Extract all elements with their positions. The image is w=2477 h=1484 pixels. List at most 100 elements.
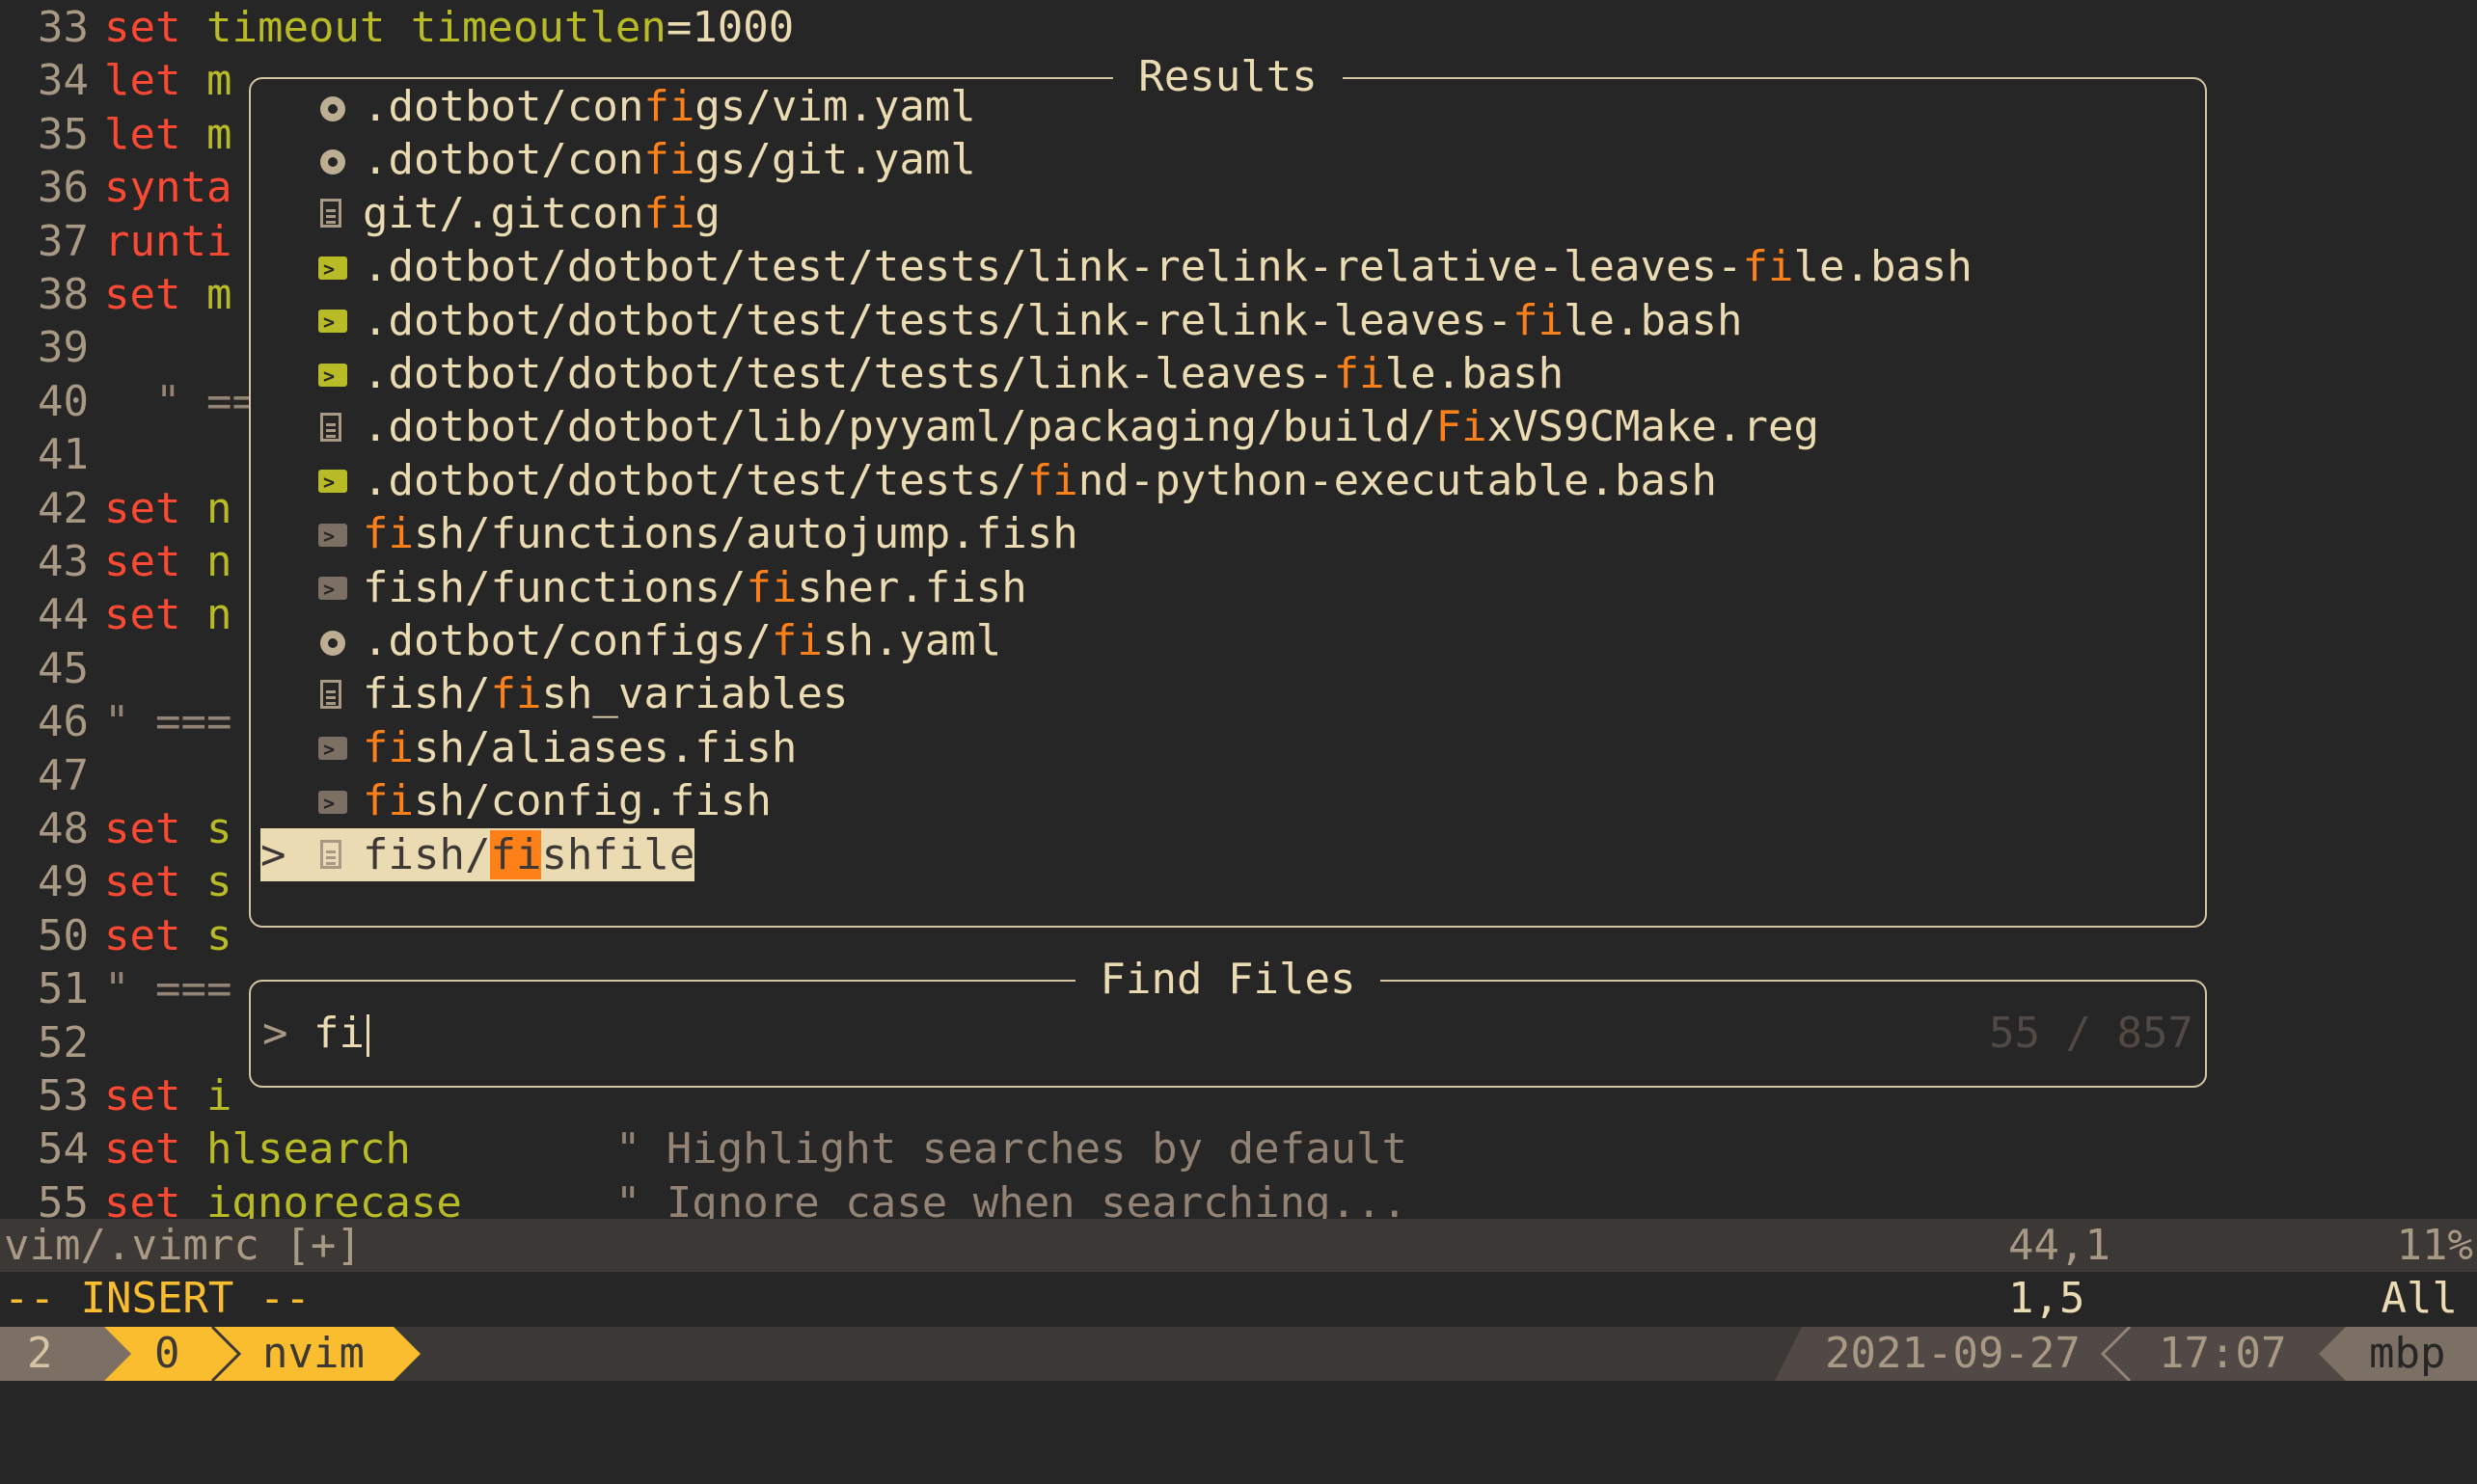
editor-line[interactable]: 34 let m <box>0 54 231 107</box>
path-segment: le.bash <box>1793 242 1973 292</box>
code-token: s <box>180 857 232 907</box>
line-number: 50 <box>38 910 89 960</box>
editor-line[interactable]: 51 " === <box>0 962 231 1015</box>
results-window: Results .dotbot/configs/vim.yaml .dotbot… <box>249 52 2207 928</box>
result-path: fish/fishfile <box>363 829 694 879</box>
fish-icon <box>307 563 363 616</box>
result-item[interactable]: fish/functions/fisher.fish <box>260 561 1027 616</box>
fish-icon <box>307 723 363 776</box>
editor-line[interactable]: 49 set s <box>0 855 231 908</box>
path-segment: .dotbot/dotbot/test/tests/link-leaves- <box>363 349 1334 398</box>
selection-caret <box>260 347 307 400</box>
editor-line[interactable]: 41 <box>0 428 104 481</box>
tmux-date: 2021-09-27 <box>1825 1329 2081 1378</box>
code-token: " Highlight searches by default <box>614 1124 1408 1174</box>
result-item[interactable]: fish/aliases.fish <box>260 721 797 776</box>
result-item[interactable]: .dotbot/dotbot/test/tests/find-python-ex… <box>260 454 1717 509</box>
editor-line[interactable]: 54 set hlsearch " Highlight searches by d… <box>0 1122 1407 1175</box>
code-token: set <box>104 270 181 319</box>
line-number: 43 <box>38 537 89 586</box>
result-path: git/.gitconfig <box>363 189 721 238</box>
code-token: set <box>104 910 181 960</box>
path-segment: fish/functions/ <box>363 562 747 612</box>
line-number: 53 <box>38 1071 89 1120</box>
editor-line[interactable]: 38 set m <box>0 268 231 321</box>
fish-icon <box>307 510 363 563</box>
code-token: let <box>104 109 181 159</box>
result-item[interactable]: fish/fish_variables <box>260 667 848 720</box>
result-path: .dotbot/configs/vim.yaml <box>363 82 976 131</box>
selection-caret <box>260 721 307 774</box>
path-segment: fish/ <box>363 669 491 719</box>
path-segment: .dotbot/dotbot/test/tests/link-relink-le… <box>363 295 1513 345</box>
find-files-window: Find Files > fi 55 / 857 <box>249 955 2207 1088</box>
result-path: .dotbot/configs/fish.yaml <box>363 616 1001 665</box>
result-item[interactable]: .dotbot/dotbot/lib/pyyaml/packaging/buil… <box>260 400 1819 453</box>
editor-line[interactable]: 40 " == <box>0 375 258 428</box>
result-item[interactable]: .dotbot/configs/fish.yaml <box>260 614 1001 667</box>
path-segment: .dotbot/dotbot/lib/pyyaml/packaging/buil… <box>363 402 1436 452</box>
statusline-position: 44,1 <box>2008 1221 2110 1270</box>
match-highlight: fi <box>746 562 798 612</box>
result-item[interactable]: .dotbot/configs/git.yaml <box>260 133 976 186</box>
editor-line[interactable]: 39 <box>0 321 104 374</box>
tmux-session[interactable]: 2 <box>27 1327 53 1381</box>
selection-caret: > <box>260 829 286 879</box>
line-number: 38 <box>38 270 89 319</box>
editor-line[interactable]: 47 <box>0 749 104 802</box>
result-item[interactable]: .dotbot/dotbot/test/tests/link-relink-re… <box>260 240 1973 296</box>
result-item[interactable]: .dotbot/dotbot/test/tests/link-leaves-fi… <box>260 347 1564 403</box>
line-number: 33 <box>38 3 89 52</box>
result-path: .dotbot/dotbot/test/tests/link-leaves-fi… <box>363 349 1564 398</box>
gear-icon <box>307 83 363 136</box>
mode-indicator: -- INSERT -- <box>4 1274 311 1323</box>
find-files-title: Find Files <box>1075 955 1381 1004</box>
result-item[interactable]: fish/config.fish <box>260 774 772 830</box>
code-token: s <box>180 910 232 960</box>
tmux-segment-shapes <box>0 1327 2477 1381</box>
path-segment: .dotbot/con <box>363 135 644 185</box>
code-token: hlsearch <box>205 1124 411 1174</box>
result-item[interactable]: .dotbot/configs/vim.yaml <box>260 80 976 133</box>
statusline-percent: 11% <box>2396 1221 2473 1270</box>
editor-line[interactable]: 53 set i <box>0 1069 231 1122</box>
result-item[interactable]: git/.gitconfig <box>260 187 721 240</box>
find-files-input[interactable]: > fi <box>262 1007 369 1060</box>
line-number: 52 <box>38 1017 89 1067</box>
match-highlight: Fi <box>1435 402 1487 452</box>
code-token: let <box>104 56 181 106</box>
result-item[interactable]: > fish/fishfile <box>260 827 695 881</box>
editor-line[interactable]: 50 set s <box>0 909 231 962</box>
editor-line[interactable]: 43 set n <box>0 535 231 588</box>
tmux-window-name[interactable]: nvim <box>262 1327 365 1381</box>
editor-line[interactable]: 52 <box>0 1016 104 1069</box>
code-token: set <box>104 3 181 52</box>
editor-line[interactable]: 33 set timeout timeoutlen=1000 <box>0 1 794 54</box>
line-number: 34 <box>38 56 89 106</box>
editor-line[interactable]: 45 <box>0 642 104 695</box>
editor-line[interactable]: 48 set s <box>0 802 231 855</box>
editor-line[interactable]: 36 synta <box>0 161 231 214</box>
editor-line[interactable]: 44 set n <box>0 588 231 641</box>
result-item[interactable]: fish/functions/autojump.fish <box>260 507 1078 563</box>
editor-line[interactable]: 42 set n <box>0 482 231 535</box>
line-number: 40 <box>38 376 89 426</box>
result-item[interactable]: .dotbot/dotbot/test/tests/link-relink-le… <box>260 294 1742 349</box>
code-token: set <box>104 857 181 907</box>
match-highlight: fi <box>1512 295 1565 345</box>
editor-line[interactable]: 37 runti <box>0 215 231 268</box>
path-segment: gs/git.yaml <box>694 135 976 185</box>
selection-caret <box>260 400 307 453</box>
editor-line[interactable]: 46 " === <box>0 695 231 748</box>
line-number: 36 <box>38 163 89 213</box>
result-path: fish/config.fish <box>363 776 772 825</box>
match-highlight: fi <box>363 722 414 772</box>
tmux-window-index[interactable]: 0 <box>154 1327 180 1381</box>
search-query[interactable]: fi <box>313 1009 365 1058</box>
terminal-icon <box>307 296 363 349</box>
editor-line[interactable]: 35 let m <box>0 108 231 161</box>
selection-caret <box>260 80 307 133</box>
